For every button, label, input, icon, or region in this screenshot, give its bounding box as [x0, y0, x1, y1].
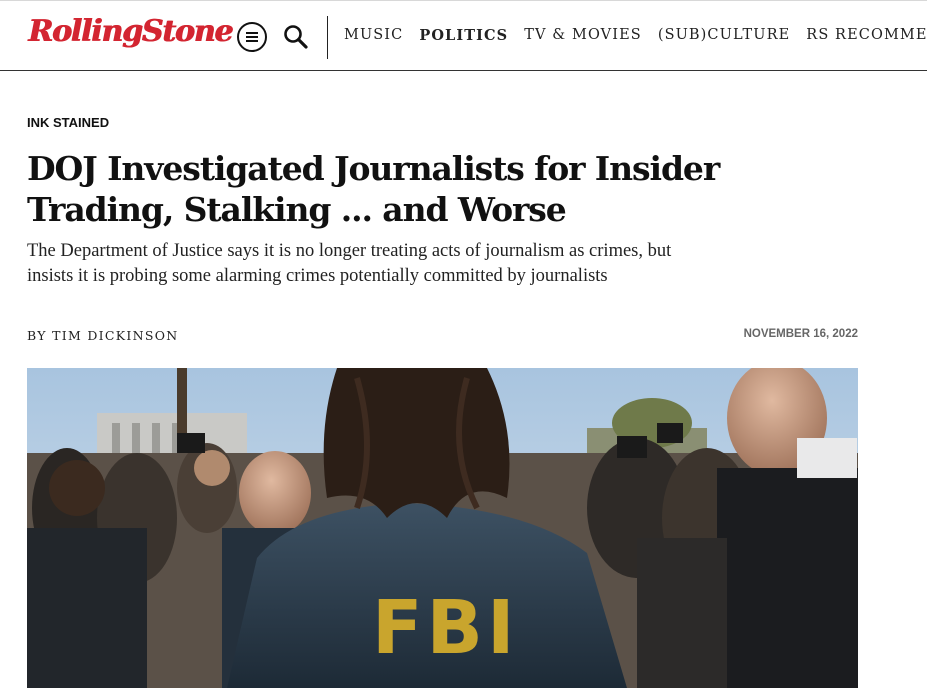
- article-dek: The Department of Justice says it is no …: [27, 241, 672, 286]
- article-kicker[interactable]: INK STAINED: [27, 115, 109, 130]
- nav-item-subculture[interactable]: (SUB)CULTURE: [658, 27, 790, 44]
- search-icon[interactable]: [282, 23, 310, 51]
- hamburger-menu-icon[interactable]: [237, 22, 267, 52]
- author-link[interactable]: TIM DICKINSON: [52, 328, 178, 343]
- nav-item-tv-movies[interactable]: TV & MOVIES: [524, 27, 642, 44]
- nav-item-rs-recommends[interactable]: RS RECOMMENDS: [806, 27, 927, 44]
- site-logo[interactable]: RollingStone: [28, 12, 233, 52]
- site-header: RollingStone MUSIC POLITICS TV & MOVIES …: [0, 0, 927, 71]
- nav-item-music[interactable]: MUSIC: [344, 27, 403, 44]
- header-divider: [327, 16, 328, 59]
- header-top-border: [0, 0, 927, 1]
- article-byline: BY TIM DICKINSON: [27, 325, 179, 344]
- primary-nav: MUSIC POLITICS TV & MOVIES (SUB)CULTURE …: [344, 27, 927, 44]
- hero-photo-illustration: FBI: [27, 368, 858, 688]
- article-headline: DOJ Investigated Journalists for Insider…: [27, 149, 720, 229]
- byline-prefix: BY: [27, 328, 53, 343]
- hero-image[interactable]: FBI: [27, 368, 858, 688]
- publish-date: NOVEMBER 16, 2022: [743, 328, 858, 340]
- nav-item-politics[interactable]: POLITICS: [419, 27, 508, 44]
- fbi-jacket-lettering: FBI: [372, 585, 519, 671]
